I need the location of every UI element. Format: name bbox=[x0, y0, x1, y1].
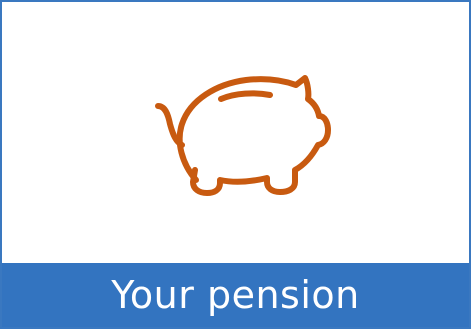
piggy-bank-icon bbox=[2, 2, 469, 262]
tile-label-bar: Your pension bbox=[2, 263, 469, 327]
tile-label: Your pension bbox=[111, 273, 360, 317]
your-pension-tile[interactable]: Your pension bbox=[0, 0, 471, 329]
